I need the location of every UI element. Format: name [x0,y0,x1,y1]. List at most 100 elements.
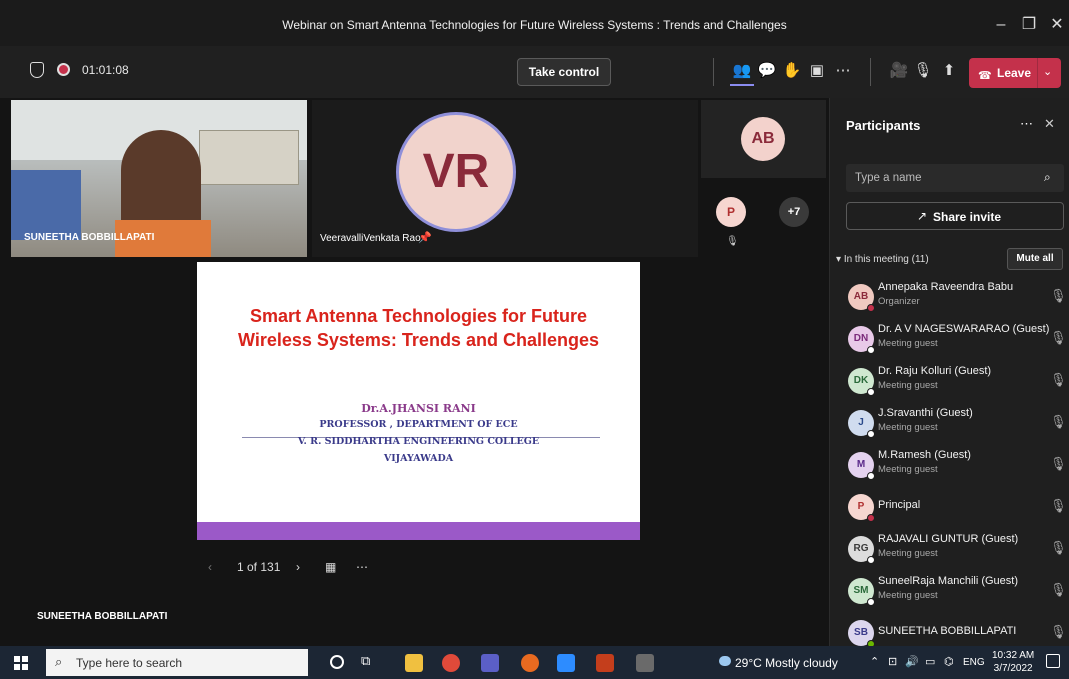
slide-city: VIJAYAWADA [383,453,454,464]
chevron-up-icon[interactable]: ⌃ [870,655,879,668]
participants-panel: Participants ⋯ ✕ Type a name ⌕ ↗ Share i… [829,98,1069,648]
participant-role: Meeting guest [878,422,938,433]
participant-row[interactable]: RG RAJAVALI GUNTUR (Guest) Meeting guest 🎙 [830,528,1069,570]
close-icon[interactable]: ✕ [1046,14,1068,36]
clock[interactable]: 10:32 AM 3/7/2022 [992,649,1034,675]
participant-search-input[interactable]: Type a name ⌕ [846,164,1064,192]
divider [713,58,714,86]
grid-icon[interactable]: ▦ [325,560,336,574]
mute-all-button[interactable]: Mute all [1007,248,1063,270]
taskbar-search-input[interactable]: ⌕ Type here to search [46,649,308,676]
more-options-icon[interactable]: ⋯ [356,560,368,574]
participant-row[interactable]: AB Annepaka Raveendra Babu Organizer 🎙 [830,276,1069,318]
clock-date: 3/7/2022 [993,663,1033,674]
taskbar: ⌕ Type here to search ⧉ 29°C Mostly clou… [0,646,1069,679]
participant-name: RAJAVALI GUNTUR (Guest) [878,533,1019,545]
more-options-icon[interactable]: ⋯ [1020,116,1033,132]
divider [870,58,871,86]
mic-off-icon[interactable]: 🎙 [1050,372,1067,388]
search-icon[interactable]: ⌕ [1044,170,1051,185]
camera-off-icon[interactable]: 🎥 [888,60,910,82]
participant-name: M.Ramesh (Guest) [878,449,971,461]
in-meeting-header[interactable]: ▾ In this meeting (11) [836,254,929,265]
participant-row[interactable]: P Principal 🎙 [830,486,1069,528]
mic-off-icon[interactable]: 🎙 [1050,582,1067,598]
active-indicator [730,84,754,86]
recording-icon [57,63,70,76]
window-title: Webinar on Smart Antenna Technologies fo… [282,18,787,32]
participant-row[interactable]: J J.Sravanthi (Guest) Meeting guest 🎙 [830,402,1069,444]
paint-icon[interactable] [636,654,654,672]
minimize-icon[interactable]: – [990,14,1012,36]
pin-icon[interactable]: 📌 [418,231,432,244]
volume-icon[interactable]: 🔊 [905,655,919,668]
mic-off-icon[interactable]: 🎙 [1050,624,1067,640]
cloud-icon [719,656,731,666]
leave-label: Leave [997,66,1032,80]
close-icon[interactable]: ✕ [1044,116,1055,132]
mic-off-icon[interactable]: 🎙 [912,60,934,82]
mic-off-icon[interactable]: 🎙 [1050,498,1067,514]
presence-dot [867,430,875,438]
mic-off-icon[interactable]: 🎙 [1050,540,1067,556]
wifi-icon[interactable]: ⌬ [944,655,954,668]
shared-slide: Smart Antenna Technologies for Future Wi… [197,262,640,540]
participant-name: SuneelRaja Manchili (Guest) [878,575,1019,587]
panel-title: Participants [846,118,921,133]
task-view-icon[interactable]: ⧉ [361,653,370,669]
participant-row[interactable]: SM SuneelRaja Manchili (Guest) Meeting gue… [830,570,1069,612]
mic-off-icon: 🎙 [726,236,739,247]
teams-icon[interactable] [481,654,499,672]
participants-icon[interactable]: 👥 [731,60,753,82]
chrome-icon[interactable] [442,654,460,672]
share-invite-button[interactable]: ↗ Share invite [846,202,1064,230]
avatar: VR [396,112,516,232]
mic-off-icon[interactable]: 🎙 [1050,456,1067,472]
chevron-down-icon[interactable]: ⌄ [1043,65,1052,78]
chevron-left-icon[interactable]: ‹ [208,560,212,574]
page-indicator: 1 of 131 [237,560,281,574]
in-meeting-label: In this meeting (11) [843,254,929,265]
avatar[interactable]: P [716,197,746,227]
slide-position: PROFESSOR , DEPARTMENT OF ECE [319,419,518,430]
video-tile-ab[interactable]: AB [701,100,826,178]
participant-row[interactable]: DK Dr. Raju Kolluri (Guest) Meeting guest 🎙 [830,360,1069,402]
zoom-icon[interactable] [557,654,575,672]
network-icon[interactable]: ⊡ [888,655,897,668]
search-placeholder: Type a name [855,172,922,184]
weather-widget[interactable]: 29°C Mostly cloudy [735,656,838,670]
tile-name: VeeravalliVenkata Rao [320,233,421,244]
language-indicator[interactable]: ENG [963,657,985,668]
more-options-icon[interactable]: ⋯ [832,60,854,82]
take-control-button[interactable]: Take control [517,58,611,86]
file-explorer-icon[interactable] [405,654,423,672]
participant-row[interactable]: DN Dr. A V NAGESWARARAO (Guest) Meeting gu… [830,318,1069,360]
mic-off-icon[interactable]: 🎙 [1050,414,1067,430]
chevron-right-icon[interactable]: › [296,560,300,574]
mic-off-icon[interactable]: 🎙 [1050,288,1067,304]
windows-start-icon[interactable] [14,656,28,670]
reactions-icon[interactable]: ✋ [781,60,803,82]
participant-role: Organizer [878,296,920,307]
leave-button[interactable]: ☎ Leave ⌄ [969,58,1061,88]
person [121,130,201,230]
video-tile-camera[interactable]: SUNEETHA BOBBILLAPATI [11,100,307,257]
participant-role: Meeting guest [878,590,938,601]
participant-name: Annepaka Raveendra Babu [878,281,1014,293]
participant-row[interactable]: M M.Ramesh (Guest) Meeting guest 🎙 [830,444,1069,486]
maximize-icon[interactable]: ❐ [1018,14,1040,36]
share-icon[interactable]: ⬆ [938,60,960,82]
powerpoint-icon[interactable] [596,654,614,672]
chat-icon[interactable]: 💬 [756,60,778,82]
cortana-icon[interactable] [330,655,344,669]
firefox-icon[interactable] [521,654,539,672]
notifications-icon[interactable] [1046,654,1060,668]
clock-time: 10:32 AM [992,650,1035,661]
battery-icon[interactable]: ▭ [925,655,935,668]
meeting-timer: 01:01:08 [82,63,129,77]
rooms-icon[interactable]: ▣ [806,60,828,82]
participant-name: Dr. Raju Kolluri (Guest) [878,365,992,377]
mic-off-icon[interactable]: 🎙 [1050,330,1067,346]
overflow-count[interactable]: +7 [779,197,809,227]
video-tile-vr[interactable]: VR VeeravalliVenkata Rao 📌 [312,100,698,257]
